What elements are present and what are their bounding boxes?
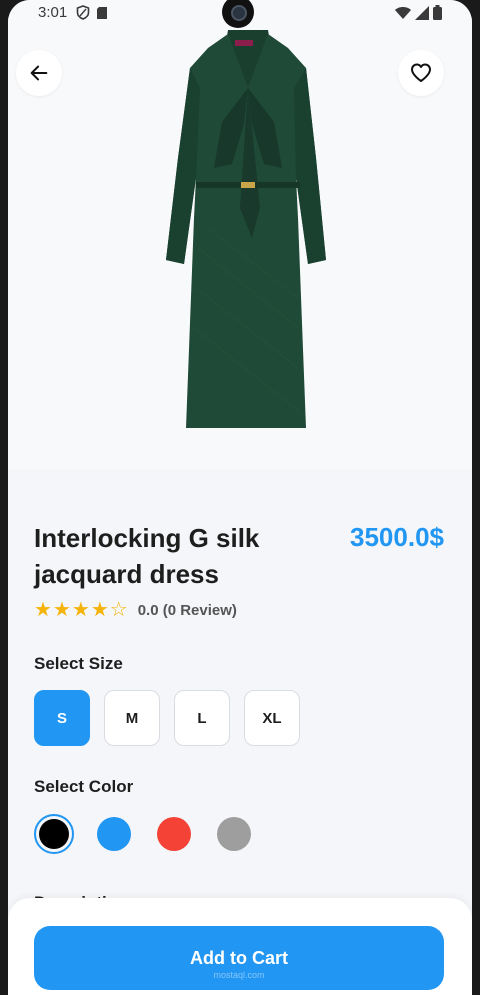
add-to-cart-label: Add to Cart [190, 947, 288, 968]
product-price: 3500.0$ [350, 522, 444, 552]
app-screen: 3:01 Interlocking G silk jacquard dress … [8, 0, 472, 995]
rating-row: ★ ★ ★ ★ ☆ 0.0 (0 Review) [34, 600, 237, 620]
size-option-s[interactable]: S [34, 690, 90, 746]
select-size-label: Select Size [34, 654, 123, 673]
size-option-m[interactable]: M [104, 690, 160, 746]
sd-card-icon [97, 6, 107, 19]
star-full-icon: ★ [71, 599, 90, 621]
back-button[interactable] [16, 50, 62, 96]
arrow-left-icon [30, 65, 48, 81]
bottom-action-bar: Add to Cart mostaql.com [8, 898, 472, 995]
status-left-icons [76, 5, 108, 20]
star-full-icon: ★ [52, 599, 71, 621]
color-swatch [157, 817, 191, 851]
wifi-icon [395, 6, 411, 19]
product-image-area [8, 0, 472, 470]
size-option-xl[interactable]: XL [244, 690, 300, 746]
watermark: mostaql.com [213, 970, 265, 980]
front-camera [222, 0, 254, 28]
size-option-l[interactable]: L [174, 690, 230, 746]
signal-icon [415, 5, 429, 20]
select-color-label: Select Color [34, 777, 134, 796]
shield-icon [76, 5, 90, 20]
color-option-grey[interactable] [214, 814, 254, 854]
star-full-icon: ★ [34, 599, 52, 621]
star-outline-icon: ☆ [109, 599, 128, 621]
product-title: Interlocking G silk jacquard dress [34, 523, 260, 589]
color-swatch [97, 817, 131, 851]
color-options [34, 814, 254, 854]
color-swatch [39, 819, 69, 849]
status-bar: 3:01 [8, 0, 472, 28]
color-option-red[interactable] [154, 814, 194, 854]
product-image [166, 30, 326, 428]
favorite-button[interactable] [398, 50, 444, 96]
color-option-black[interactable] [34, 814, 74, 854]
rating-text: 0.0 (0 Review) [137, 601, 237, 619]
star-full-icon: ★ [90, 599, 109, 621]
size-options: S M L XL [34, 690, 300, 746]
status-time: 3:01 [38, 4, 68, 21]
color-option-blue[interactable] [94, 814, 134, 854]
add-to-cart-button[interactable]: Add to Cart mostaql.com [34, 926, 444, 990]
status-right-icons [395, 5, 442, 20]
rating-stars: ★ ★ ★ ★ ☆ [34, 600, 128, 620]
battery-icon [433, 5, 442, 20]
color-swatch [217, 817, 251, 851]
heart-outline-icon [411, 63, 431, 82]
